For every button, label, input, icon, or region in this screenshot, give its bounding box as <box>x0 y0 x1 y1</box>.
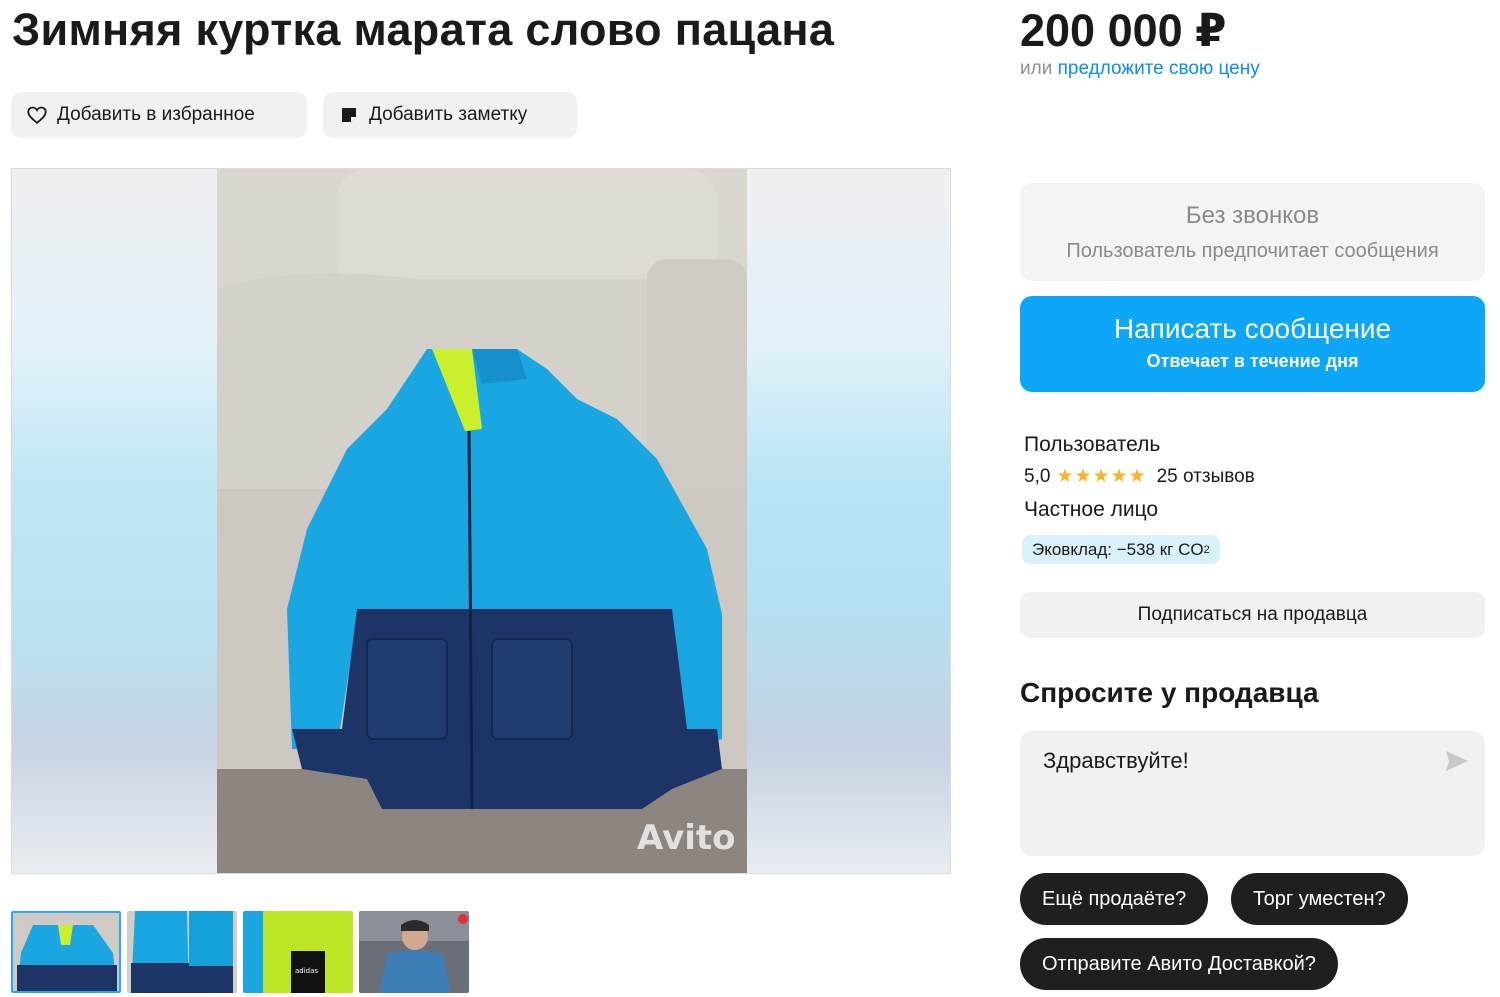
seller-type: Частное лицо <box>1024 498 1159 521</box>
no-calls-subtitle: Пользователь предпочитает сообщения <box>1066 240 1439 262</box>
eco-subscript: 2 <box>1203 543 1210 556</box>
thumbnail-strip: adidas <box>11 911 469 993</box>
thumbnail-3[interactable]: adidas <box>243 911 353 993</box>
avito-watermark: Avito <box>637 818 736 858</box>
seller-rating: 5,0 ★★★★★ 25 отзывов <box>1024 465 1255 488</box>
ask-seller-title: Спросите у продавца <box>1020 677 1319 708</box>
favorites-label: Добавить в избранное <box>57 104 255 125</box>
rating-stars-icon: ★★★★★ <box>1056 466 1147 487</box>
seller-info: Пользователь 5,0 ★★★★★ 25 отзывов Частно… <box>1024 433 1255 522</box>
seller-name[interactable]: Пользователь <box>1024 433 1255 457</box>
offer-price-link[interactable]: предложите свою цену <box>1058 58 1260 79</box>
response-time: Отвечает в течение дня <box>1146 351 1359 371</box>
quick-question-delivery[interactable]: Отправите Авито Доставкой? <box>1020 938 1338 990</box>
note-icon <box>337 103 361 127</box>
listing-price: 200 000 ₽ <box>1020 5 1227 56</box>
main-photo[interactable]: Avito <box>11 168 951 874</box>
note-label: Добавить заметку <box>369 104 528 125</box>
jacket-photo: Avito <box>217 169 747 873</box>
no-calls-title: Без звонков <box>1185 202 1320 229</box>
send-icon[interactable] <box>1443 747 1471 775</box>
offer-line: или предложите свою цену <box>1020 58 1260 80</box>
quick-question-bargain[interactable]: Торг уместен? <box>1231 873 1408 925</box>
write-message-label: Написать сообщение <box>1113 313 1392 344</box>
photo-blur-right <box>745 169 950 873</box>
add-to-favorites-button[interactable]: Добавить в избранное <box>11 92 307 138</box>
thumbnail-2[interactable] <box>127 911 237 993</box>
subscribe-button[interactable]: Подписаться на продавца <box>1020 592 1485 638</box>
add-note-button[interactable]: Добавить заметку <box>323 92 577 138</box>
thumbnail-1[interactable] <box>11 911 121 993</box>
quick-question-still-selling[interactable]: Ещё продаёте? <box>1020 873 1209 925</box>
listing-title: Зимняя куртка марата слово пацана <box>12 4 835 55</box>
no-calls-notice: Без звонков Пользователь предпочитает со… <box>1020 183 1485 281</box>
message-input[interactable]: Здравствуйте! <box>1020 731 1485 856</box>
photo-blur-left <box>12 169 217 873</box>
write-message-button[interactable]: Написать сообщение Отвечает в течение дн… <box>1020 296 1485 392</box>
eco-badge[interactable]: Эковклад: −538 кг CO 2 <box>1022 535 1220 564</box>
heart-icon <box>25 103 49 127</box>
rating-value: 5,0 <box>1024 465 1051 487</box>
adidas-label: adidas <box>295 967 318 975</box>
eco-label: Эковклад: −538 кг CO <box>1032 539 1204 559</box>
thumbnail-4[interactable] <box>359 911 469 993</box>
message-text: Здравствуйте! <box>1043 748 1189 773</box>
reviews-link[interactable]: 25 отзывов <box>1157 466 1255 488</box>
offer-prefix: или <box>1020 58 1053 79</box>
